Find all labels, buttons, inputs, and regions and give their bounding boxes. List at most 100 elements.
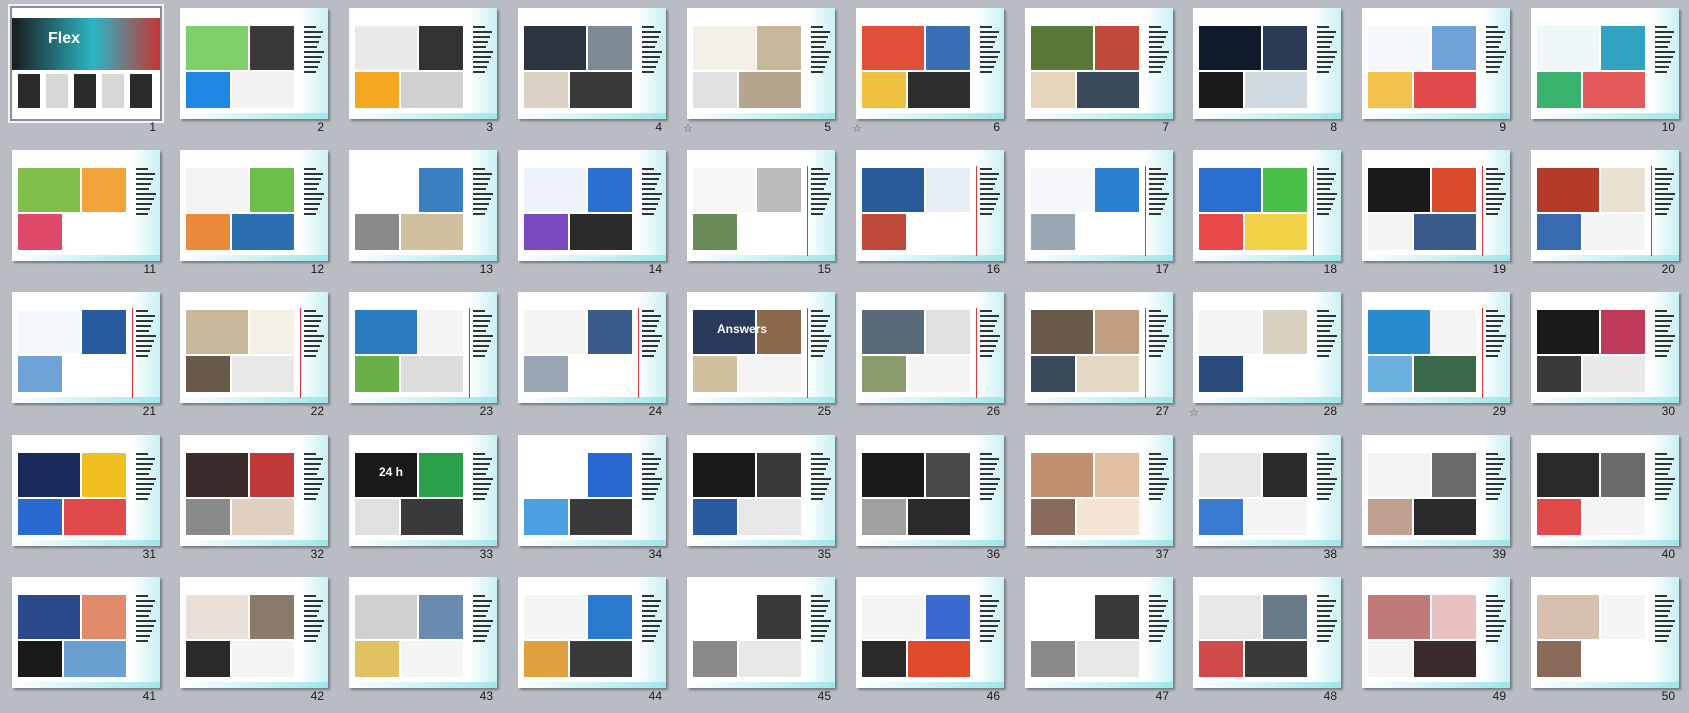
slide-preview[interactable] xyxy=(1193,435,1341,546)
slide-thumbnail-46[interactable]: 46 xyxy=(844,573,1012,713)
slide-thumbnail-7[interactable]: 7 xyxy=(1013,4,1181,144)
slide-preview[interactable] xyxy=(856,292,1004,403)
slide-preview[interactable] xyxy=(12,577,160,688)
slide-preview[interactable] xyxy=(1193,292,1341,403)
slide-thumbnail-20[interactable]: 20 xyxy=(1519,146,1687,286)
slide-preview[interactable] xyxy=(1362,8,1510,119)
slide-thumbnail-29[interactable]: 29 xyxy=(1350,288,1518,428)
slide-thumbnail-4[interactable]: 4 xyxy=(506,4,674,144)
slide-thumbnail-10[interactable]: 10 xyxy=(1519,4,1687,144)
slide-preview[interactable] xyxy=(180,435,328,546)
slide-thumbnail-31[interactable]: 31 xyxy=(0,431,168,571)
slide-preview[interactable] xyxy=(180,150,328,261)
slide-preview[interactable] xyxy=(1531,577,1679,688)
slide-preview[interactable] xyxy=(518,150,666,261)
slide-preview[interactable] xyxy=(518,292,666,403)
slide-thumbnail-1[interactable]: Flex 1 xyxy=(0,4,168,144)
slide-preview[interactable] xyxy=(1362,150,1510,261)
slide-preview[interactable]: Flex xyxy=(8,4,164,123)
slide-preview[interactable] xyxy=(1025,150,1173,261)
slide-thumbnail-45[interactable]: 45 xyxy=(675,573,843,713)
slide-thumbnail-44[interactable]: 44 xyxy=(506,573,674,713)
slide-thumbnail-35[interactable]: 35 xyxy=(675,431,843,571)
slide-preview[interactable] xyxy=(1193,150,1341,261)
slide-thumbnail-25[interactable]: Answers 25 xyxy=(675,288,843,428)
slide-thumbnail-27[interactable]: 27 xyxy=(1013,288,1181,428)
slide-thumbnail-21[interactable]: 21 xyxy=(0,288,168,428)
slide-thumbnail-22[interactable]: 22 xyxy=(168,288,336,428)
slide-preview[interactable] xyxy=(12,292,160,403)
slide-preview[interactable] xyxy=(1025,8,1173,119)
slide-thumbnail-26[interactable]: 26 xyxy=(844,288,1012,428)
slide-preview[interactable] xyxy=(349,8,497,119)
slide-preview[interactable] xyxy=(1531,8,1679,119)
slide-preview[interactable] xyxy=(687,150,835,261)
slide-preview[interactable] xyxy=(1531,435,1679,546)
slide-thumbnail-17[interactable]: 17 xyxy=(1013,146,1181,286)
slide-thumbnail-11[interactable]: 11 xyxy=(0,146,168,286)
slide-thumbnail-23[interactable]: 23 xyxy=(337,288,505,428)
slide-thumbnail-19[interactable]: 19 xyxy=(1350,146,1518,286)
slide-thumbnail-33[interactable]: 24 h 33 xyxy=(337,431,505,571)
slide-preview[interactable] xyxy=(687,8,835,119)
slide-thumbnail-41[interactable]: 41 xyxy=(0,573,168,713)
slide-preview[interactable] xyxy=(12,150,160,261)
slide-preview[interactable] xyxy=(180,8,328,119)
slide-thumbnail-12[interactable]: 12 xyxy=(168,146,336,286)
slide-thumbnail-16[interactable]: 16 xyxy=(844,146,1012,286)
slide-thumbnail-13[interactable]: 13 xyxy=(337,146,505,286)
slide-preview[interactable] xyxy=(1362,435,1510,546)
slide-preview[interactable] xyxy=(1531,150,1679,261)
slide-thumbnail-24[interactable]: 24 xyxy=(506,288,674,428)
slide-preview[interactable] xyxy=(1025,577,1173,688)
slide-preview[interactable]: Answers xyxy=(687,292,835,403)
slide-preview[interactable] xyxy=(856,8,1004,119)
slide-preview[interactable] xyxy=(856,577,1004,688)
slide-thumbnail-39[interactable]: 39 xyxy=(1350,431,1518,571)
slide-thumbnail-34[interactable]: 34 xyxy=(506,431,674,571)
slide-thumbnail-30[interactable]: 30 xyxy=(1519,288,1687,428)
slide-thumbnail-15[interactable]: 15 xyxy=(675,146,843,286)
slide-thumbnail-38[interactable]: 38 xyxy=(1181,431,1349,571)
slide-preview[interactable] xyxy=(687,435,835,546)
slide-thumbnail-47[interactable]: 47 xyxy=(1013,573,1181,713)
slide-thumbnail-5[interactable]: 5 ☆ xyxy=(675,4,843,144)
slide-thumbnail-18[interactable]: 18 xyxy=(1181,146,1349,286)
slide-preview[interactable] xyxy=(1362,292,1510,403)
slide-thumbnail-49[interactable]: 49 xyxy=(1350,573,1518,713)
slide-thumbnail-32[interactable]: 32 xyxy=(168,431,336,571)
slide-preview[interactable] xyxy=(1193,577,1341,688)
slide-thumbnail-14[interactable]: 14 xyxy=(506,146,674,286)
slide-thumbnail-36[interactable]: 36 xyxy=(844,431,1012,571)
slide-preview[interactable] xyxy=(12,435,160,546)
slide-thumbnail-6[interactable]: 6 ☆ xyxy=(844,4,1012,144)
slide-preview[interactable] xyxy=(687,577,835,688)
slide-preview[interactable]: 24 h xyxy=(349,435,497,546)
slide-preview[interactable] xyxy=(180,292,328,403)
slide-thumbnail-42[interactable]: 42 xyxy=(168,573,336,713)
slide-preview[interactable] xyxy=(856,435,1004,546)
slide-preview[interactable] xyxy=(349,292,497,403)
slide-preview[interactable] xyxy=(1025,292,1173,403)
slide-thumbnail-48[interactable]: 48 xyxy=(1181,573,1349,713)
slide-preview[interactable] xyxy=(518,8,666,119)
slide-thumbnail-2[interactable]: 2 xyxy=(168,4,336,144)
slide-thumbnail-28[interactable]: 28 ☆ xyxy=(1181,288,1349,428)
slide-preview[interactable] xyxy=(518,435,666,546)
slide-thumbnail-43[interactable]: 43 xyxy=(337,573,505,713)
slide-thumbnail-9[interactable]: 9 xyxy=(1350,4,1518,144)
slide-thumbnail-50[interactable]: 50 xyxy=(1519,573,1687,713)
slide-thumbnail-40[interactable]: 40 xyxy=(1519,431,1687,571)
slide-preview[interactable] xyxy=(1531,292,1679,403)
slide-thumbnail-37[interactable]: 37 xyxy=(1013,431,1181,571)
slide-thumbnail-8[interactable]: 8 xyxy=(1181,4,1349,144)
slide-preview[interactable] xyxy=(349,150,497,261)
slide-preview[interactable] xyxy=(856,150,1004,261)
slide-preview[interactable] xyxy=(518,577,666,688)
slide-thumbnail-3[interactable]: 3 xyxy=(337,4,505,144)
slide-preview[interactable] xyxy=(349,577,497,688)
slide-preview[interactable] xyxy=(1193,8,1341,119)
slide-preview[interactable] xyxy=(1362,577,1510,688)
slide-preview[interactable] xyxy=(1025,435,1173,546)
slide-preview[interactable] xyxy=(180,577,328,688)
